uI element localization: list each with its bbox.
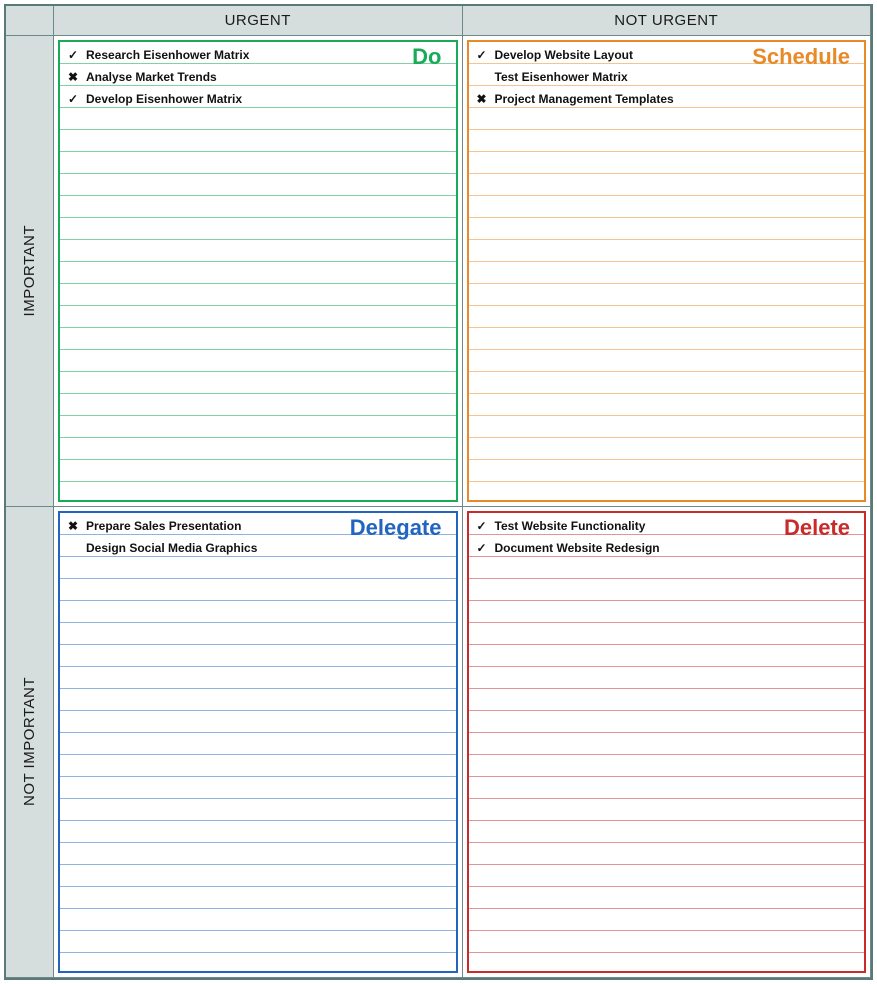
task-list-delegate: ✖Prepare Sales Presentation Design Social…	[60, 513, 456, 559]
x-icon: ✖	[60, 70, 86, 84]
task-text: Develop Website Layout	[495, 48, 633, 62]
ruled-lines	[469, 42, 865, 500]
task-text: Test Website Functionality	[495, 519, 646, 533]
task-list-delete: ✓Test Website Functionality✓Document Web…	[469, 513, 865, 559]
task-row: ✓Develop Eisenhower Matrix	[60, 88, 456, 110]
row-header-important: IMPORTANT	[6, 36, 54, 507]
task-row: Design Social Media Graphics	[60, 537, 456, 559]
check-icon: ✓	[60, 92, 86, 106]
check-icon: ✓	[60, 48, 86, 62]
task-text: Test Eisenhower Matrix	[495, 70, 628, 84]
ruled-lines	[469, 513, 865, 971]
task-text: Develop Eisenhower Matrix	[86, 92, 242, 106]
task-list-schedule: ✓Develop Website Layout Test Eisenhower M…	[469, 42, 865, 110]
task-row: ✓Research Eisenhower Matrix	[60, 44, 456, 66]
corner-cell	[6, 6, 54, 36]
header-label: URGENT	[225, 12, 291, 29]
task-row: ✓Document Website Redesign	[469, 537, 865, 559]
row-header-not-important: NOT IMPORTANT	[6, 507, 54, 978]
quadrant-delegate: Delegate ✖Prepare Sales PresentationDesi…	[54, 507, 463, 978]
task-row: ✖Prepare Sales Presentation	[60, 515, 456, 537]
ruled-lines	[60, 513, 456, 971]
x-icon: ✖	[60, 519, 86, 533]
task-text: Research Eisenhower Matrix	[86, 48, 249, 62]
task-text: Prepare Sales Presentation	[86, 519, 241, 533]
task-text: Design Social Media Graphics	[86, 541, 257, 555]
eisenhower-matrix: URGENT NOT URGENT IMPORTANT Do ✓Research…	[4, 4, 873, 980]
check-icon: ✓	[469, 519, 495, 533]
check-icon: ✓	[469, 541, 495, 555]
task-text: Project Management Templates	[495, 92, 674, 106]
quadrant-schedule: Schedule ✓Develop Website LayoutTest Eis…	[463, 36, 872, 507]
check-icon: ✓	[469, 48, 495, 62]
task-text: Document Website Redesign	[495, 541, 660, 555]
task-row: ✓Test Website Functionality	[469, 515, 865, 537]
ruled-lines	[60, 42, 456, 500]
header-label: NOT URGENT	[614, 12, 718, 29]
task-list-do: ✓Research Eisenhower Matrix✖Analyse Mark…	[60, 42, 456, 110]
task-text: Analyse Market Trends	[86, 70, 217, 84]
column-header-not-urgent: NOT URGENT	[463, 6, 872, 36]
column-header-urgent: URGENT	[54, 6, 463, 36]
x-icon: ✖	[469, 92, 495, 106]
task-row: ✖Project Management Templates	[469, 88, 865, 110]
quadrant-do: Do ✓Research Eisenhower Matrix✖Analyse M…	[54, 36, 463, 507]
header-label: IMPORTANT	[21, 225, 38, 316]
quadrant-delete: Delete ✓Test Website Functionality✓Docum…	[463, 507, 872, 978]
task-row: ✖Analyse Market Trends	[60, 66, 456, 88]
header-label: NOT IMPORTANT	[21, 677, 38, 806]
task-row: ✓Develop Website Layout	[469, 44, 865, 66]
task-row: Test Eisenhower Matrix	[469, 66, 865, 88]
